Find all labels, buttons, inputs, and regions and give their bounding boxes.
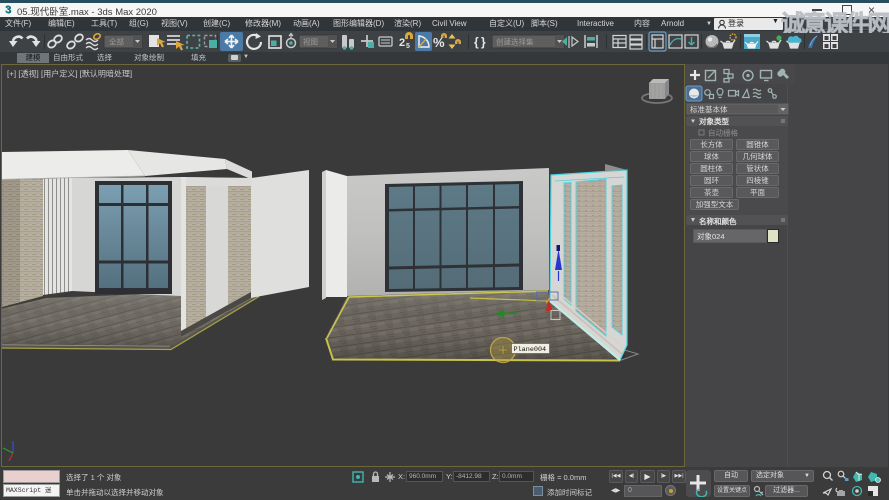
svg-text:全部: 全部	[109, 37, 124, 47]
svg-text:Plane004: Plane004	[514, 346, 547, 354]
svg-text:视图: 视图	[303, 37, 318, 47]
svg-text:创建选择集: 创建选择集	[496, 37, 534, 47]
svg-text:2: 2	[399, 37, 405, 49]
svg-text:{: {	[474, 35, 479, 49]
svg-text:}: }	[481, 35, 486, 49]
svg-text:[+] [透视] [用户定义] [默认明暗处理]: [+] [透视] [用户定义] [默认明暗处理]	[7, 69, 132, 79]
svg-text:5: 5	[406, 43, 410, 50]
